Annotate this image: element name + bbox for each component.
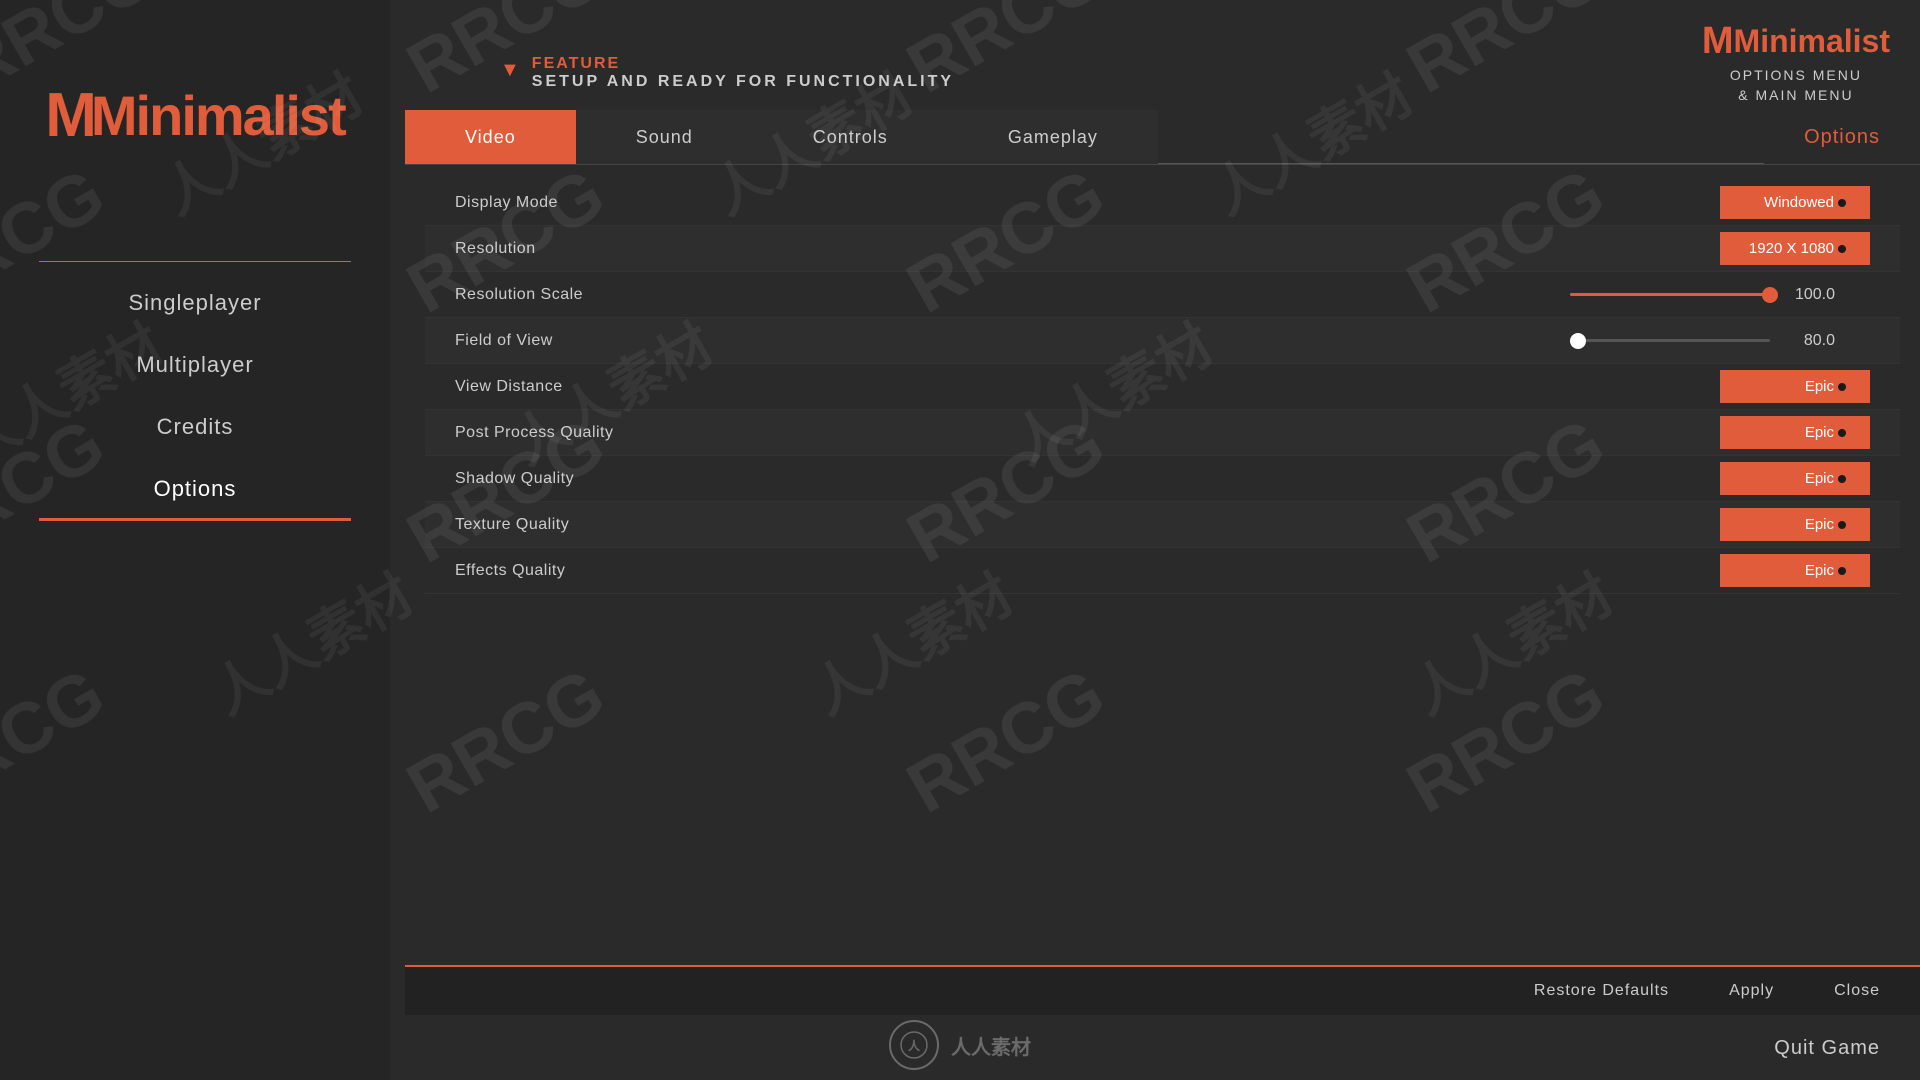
tab-controls-label: Controls [813,127,888,148]
feature-description: SETUP AND READY FOR FUNCTIONALITY [532,73,954,91]
logo-m-icon: M [45,80,95,151]
option-label-post-process: Post Process Quality [455,424,1720,442]
restore-defaults-button[interactable]: Restore Defaults [1534,982,1669,1000]
nav-divider-top [39,261,351,262]
option-row-texture-quality: Texture Quality Epic [425,502,1900,548]
nav-divider-bottom [39,520,351,521]
option-label-resolution-scale: Resolution Scale [455,286,1570,304]
option-dot-view-distance [1838,383,1846,391]
close-button[interactable]: Close [1834,982,1880,1000]
feature-text-block: FEATURE SETUP AND READY FOR FUNCTIONALIT… [532,55,954,91]
sidebar-item-options[interactable]: Options [39,458,351,520]
sidebar-item-multiplayer-label: Multiplayer [136,352,253,377]
tab-spacer [1158,110,1764,164]
option-row-resolution: Resolution 1920 X 1080 [425,226,1900,272]
slider-thumb-resolution-scale[interactable] [1762,287,1778,303]
option-dot-effects-quality [1838,567,1846,575]
tabs-bar: Video Sound Controls Gameplay Options [405,110,1920,165]
sidebar-item-credits-label: Credits [157,414,234,439]
tab-sound[interactable]: Sound [576,110,753,164]
option-row-field-of-view: Field of View 80.0 [425,318,1900,364]
option-label-resolution: Resolution [455,240,1720,258]
slider-track-resolution-scale [1570,293,1770,296]
option-value-shadow-quality: Epic [1805,470,1834,487]
option-row-post-process: Post Process Quality Epic [425,410,1900,456]
option-label-shadow-quality: Shadow Quality [455,470,1720,488]
feature-label: FEATURE [532,55,954,73]
option-btn-display-mode[interactable]: Windowed [1720,186,1870,219]
option-slider-field-of-view[interactable]: 80.0 [1570,332,1870,350]
feature-arrow-icon: ▼ [500,59,520,82]
watermark-circle-icon: 人 [889,1020,939,1070]
option-dot-texture-quality [1838,521,1846,529]
option-label-texture-quality: Texture Quality [455,516,1720,534]
option-label-display-mode: Display Mode [455,194,1720,212]
option-label-field-of-view: Field of View [455,332,1570,350]
sidebar-item-options-label: Options [154,476,237,501]
option-dot-post-process [1838,429,1846,437]
top-right-brand: M Minimalist OPTIONS MENU & MAIN MENU [1702,20,1890,103]
option-label-effects-quality: Effects Quality [455,562,1720,580]
tab-video[interactable]: Video [405,110,576,164]
brand-logo-text: Minimalist [1734,23,1890,60]
option-value-texture-quality: Epic [1805,516,1834,533]
option-row-display-mode: Display Mode Windowed [425,180,1900,226]
tab-controls[interactable]: Controls [753,110,948,164]
bottom-watermark-logo: 人 人人素材 [889,1020,1031,1070]
option-btn-post-process[interactable]: Epic [1720,416,1870,449]
apply-button[interactable]: Apply [1729,982,1774,1000]
option-dot-display-mode [1838,199,1846,207]
sidebar-item-singleplayer-label: Singleplayer [128,290,261,315]
brand-m-icon: M [1702,20,1734,63]
main-content: Video Sound Controls Gameplay Options Di… [405,110,1920,1080]
option-value-post-process: Epic [1805,424,1834,441]
nav-menu: Singleplayer Multiplayer Credits Options [39,272,351,520]
option-btn-texture-quality[interactable]: Epic [1720,508,1870,541]
settings-panel: Display Mode Windowed Resolution 1920 X … [405,165,1920,665]
sidebar-item-singleplayer[interactable]: Singleplayer [39,272,351,334]
option-btn-resolution[interactable]: 1920 X 1080 [1720,232,1870,265]
quit-game-button[interactable]: Quit Game [1774,1037,1880,1060]
option-row-resolution-scale: Resolution Scale 100.0 [425,272,1900,318]
sidebar-item-multiplayer[interactable]: Multiplayer [39,334,351,396]
option-dot-shadow-quality [1838,475,1846,483]
slider-track-field-of-view [1570,339,1770,342]
option-btn-effects-quality[interactable]: Epic [1720,554,1870,587]
slider-value-field-of-view: 80.0 [1785,332,1835,350]
option-btn-view-distance[interactable]: Epic [1720,370,1870,403]
option-value-effects-quality: Epic [1805,562,1834,579]
option-value-resolution: 1920 X 1080 [1749,240,1834,257]
watermark-rrcg-4: RRCG [1394,0,1619,110]
svg-text:人: 人 [908,1038,921,1053]
sidebar-item-credits[interactable]: Credits [39,396,351,458]
feature-header: ▼ FEATURE SETUP AND READY FOR FUNCTIONAL… [500,55,954,91]
option-label-view-distance: View Distance [455,378,1720,396]
watermark-logo-text: 人人素材 [951,1031,1031,1060]
tab-sound-label: Sound [636,127,693,148]
brand-subtitle-line2: & MAIN MENU [1702,87,1890,103]
option-dot-resolution [1838,245,1846,253]
tab-gameplay[interactable]: Gameplay [948,110,1158,164]
slider-fill-resolution-scale [1570,293,1770,296]
sidebar: M Minimalist Singleplayer Multiplayer Cr… [0,0,390,1080]
brand-subtitle-line1: OPTIONS MENU [1702,67,1890,83]
bottom-bar: Restore Defaults Apply Close [405,965,1920,1015]
tab-video-label: Video [465,127,516,148]
option-row-effects-quality: Effects Quality Epic [425,548,1900,594]
logo: M Minimalist [45,80,344,151]
option-btn-shadow-quality[interactable]: Epic [1720,462,1870,495]
slider-thumb-field-of-view[interactable] [1570,333,1586,349]
option-row-view-distance: View Distance Epic [425,364,1900,410]
tab-options[interactable]: Options [1764,110,1920,164]
brand-logo: M Minimalist [1702,20,1890,63]
logo-text: Minimalist [91,83,345,148]
option-value-display-mode: Windowed [1764,194,1834,211]
slider-value-resolution-scale: 100.0 [1785,286,1835,304]
option-row-shadow-quality: Shadow Quality Epic [425,456,1900,502]
tab-options-label: Options [1804,126,1880,149]
option-slider-resolution-scale[interactable]: 100.0 [1570,286,1870,304]
tab-gameplay-label: Gameplay [1008,127,1098,148]
option-value-view-distance: Epic [1805,378,1834,395]
